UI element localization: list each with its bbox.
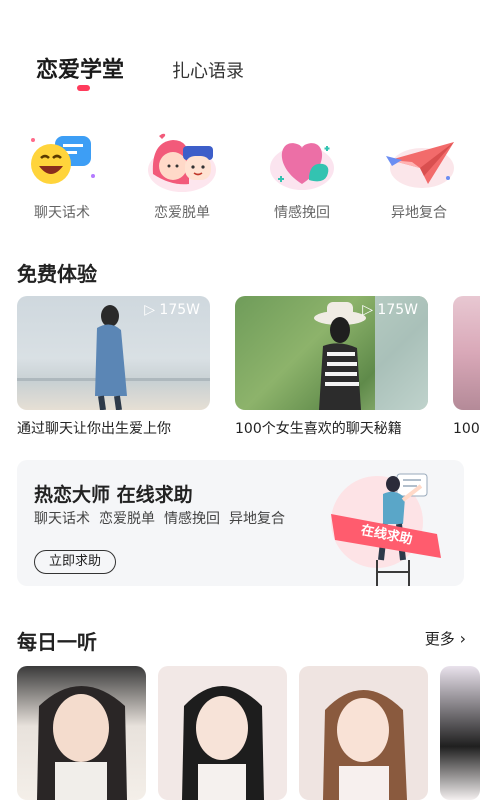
banner-title: 热恋大师 在线求助 — [34, 484, 193, 506]
category-emotion-recovery[interactable]: 情感挽回 — [258, 130, 346, 222]
video-caption: 100个 — [453, 421, 480, 437]
play-count: ▷ 175W — [362, 302, 418, 318]
category-label: 异地复合 — [391, 205, 447, 221]
category-long-distance[interactable]: 异地复合 — [375, 130, 463, 222]
category-label: 情感挽回 — [274, 205, 330, 221]
active-tab-indicator — [77, 85, 90, 91]
category-chat-skills[interactable]: 聊天话术 — [18, 130, 106, 222]
ask-help-button[interactable]: 立即求助 — [34, 550, 116, 574]
video-card[interactable]: ▷ 175W 通过聊天让你出生爱上你 — [17, 296, 210, 438]
section-title-daily: 每日一听 — [17, 630, 97, 654]
video-caption: 通过聊天让你出生爱上你 — [17, 421, 171, 437]
banner-tags: 聊天话术 恋爱脱单 情感挽回 异地复合 — [34, 508, 294, 528]
audio-cover[interactable] — [158, 666, 287, 800]
video-caption: 100个女生喜欢的聊天秘籍 — [235, 421, 402, 437]
tab-heart-quotes[interactable]: 扎心语录 — [172, 57, 244, 83]
video-thumbnail: ▷ 175W — [235, 296, 428, 410]
category-love-dating[interactable]: 恋爱脱单 — [138, 130, 226, 222]
category-label: 聊天话术 — [34, 205, 90, 221]
video-thumbnail — [453, 296, 480, 410]
video-card[interactable]: ▷ 175W 100个女生喜欢的聊天秘籍 — [235, 296, 428, 438]
more-link[interactable]: 更多 › — [425, 628, 466, 649]
tab-love-school[interactable]: 恋爱学堂 — [36, 52, 124, 84]
audio-cover[interactable] — [440, 666, 480, 800]
heart-icon — [265, 130, 339, 194]
laughing-chat-icon — [25, 130, 99, 194]
audio-cover[interactable] — [17, 666, 146, 800]
chevron-right-icon: › — [459, 629, 466, 648]
play-count: ▷ 175W — [144, 302, 200, 318]
banner-tag: 聊天话术 — [34, 511, 90, 527]
banner-tag: 情感挽回 — [164, 511, 220, 527]
banner-tag: 异地复合 — [229, 511, 285, 527]
video-thumbnail: ▷ 175W — [17, 296, 210, 410]
more-label: 更多 — [424, 630, 455, 648]
help-banner[interactable]: 热恋大师 在线求助 聊天话术 恋爱脱单 情感挽回 异地复合 立即求助 在线求助 — [17, 460, 464, 586]
section-title-free: 免费体验 — [17, 262, 97, 286]
audio-cover[interactable] — [299, 666, 428, 800]
paper-plane-icon — [382, 130, 456, 194]
video-card[interactable]: 100个 — [453, 296, 480, 438]
category-label: 恋爱脱单 — [154, 205, 210, 221]
banner-illustration: 在线求助 — [317, 460, 464, 586]
couple-icon — [145, 130, 219, 194]
banner-tag: 恋爱脱单 — [99, 511, 155, 527]
